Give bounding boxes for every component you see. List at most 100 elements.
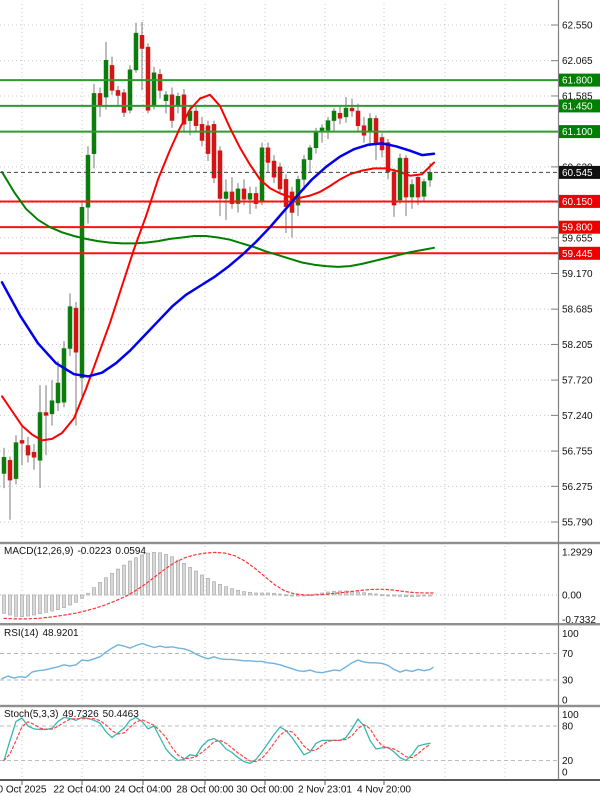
macd-histogram-bar xyxy=(51,595,54,611)
candle-body xyxy=(416,177,420,197)
stoch-name: Stoch(5,3,3) xyxy=(4,709,58,720)
time-axis-label: 30 Oct 00:00 xyxy=(236,785,294,796)
macd-histogram-bar xyxy=(399,595,402,596)
chart-window: 62.55062.06561.58560.62059.65559.17058.6… xyxy=(0,0,600,796)
macd-histogram-bar xyxy=(165,554,168,595)
macd-histogram-bar xyxy=(213,582,216,595)
macd-histogram-bar xyxy=(405,595,408,597)
macd-histogram-bar xyxy=(45,595,48,612)
macd-histogram-bar xyxy=(249,592,252,595)
candle-body xyxy=(398,158,402,200)
macd-histogram-bar xyxy=(393,595,396,596)
candle-body xyxy=(62,349,66,403)
candle-body xyxy=(164,95,168,101)
panel-separator xyxy=(0,623,600,625)
candle-body xyxy=(338,113,342,118)
macd-histogram-bar xyxy=(153,552,156,595)
macd-histogram-bar xyxy=(27,595,30,616)
candle-body xyxy=(32,452,36,457)
macd-histogram-bar xyxy=(225,587,228,595)
macd-histogram-bar xyxy=(243,592,246,595)
rsi-axis-label: 100 xyxy=(562,629,579,640)
macd-axis-label: 1.2929 xyxy=(562,547,593,558)
price-tick-label: 62.065 xyxy=(562,56,593,67)
rsi-line xyxy=(2,644,433,679)
macd-histogram-bar xyxy=(423,595,426,596)
macd-histogram-bar xyxy=(357,592,360,595)
stoch-axis-label: 80 xyxy=(562,722,574,733)
candle-body xyxy=(242,189,246,199)
macd-histogram-bar xyxy=(141,555,144,595)
time-axis-label: 28 Oct 00:00 xyxy=(176,785,234,796)
stoch-axis-label: 20 xyxy=(562,756,574,767)
candle-body xyxy=(224,192,228,199)
macd-histogram-bar xyxy=(219,584,222,595)
candle-body xyxy=(350,108,354,111)
candle-body xyxy=(74,308,78,352)
support-badge-text: 59.800 xyxy=(562,223,593,234)
macd-histogram-bar xyxy=(87,593,90,595)
candle-body xyxy=(368,118,372,131)
macd-histogram-bar xyxy=(195,571,198,595)
macd-histogram-bar xyxy=(69,595,72,605)
macd-histogram-bar xyxy=(387,595,390,596)
price-tick-label: 58.205 xyxy=(562,340,593,351)
candle-body xyxy=(68,307,72,349)
macd-histogram-bar xyxy=(3,595,6,613)
candle-body xyxy=(248,193,252,199)
candle-body xyxy=(92,93,96,153)
resistance-badge-text: 61.100 xyxy=(562,127,593,138)
candle-body xyxy=(314,132,318,148)
candle-body xyxy=(422,182,426,197)
chart-canvas[interactable]: 62.55062.06561.58560.62059.65559.17058.6… xyxy=(0,0,600,796)
macd-histogram-bar xyxy=(21,595,24,617)
candle-body xyxy=(344,108,348,117)
macd-histogram-bar xyxy=(99,582,102,595)
candle-body xyxy=(50,401,54,414)
macd-histogram-bar xyxy=(267,593,270,595)
candle-body xyxy=(44,413,48,416)
candle-body xyxy=(56,383,60,403)
rsi-name: RSI(14) xyxy=(4,628,38,639)
macd-histogram-bar xyxy=(375,594,378,595)
candle-body xyxy=(140,35,144,48)
candle-body xyxy=(206,126,210,154)
rsi-label: RSI(14) 48.9201 xyxy=(4,628,83,639)
stoch-value-k: 49.7326 xyxy=(62,709,98,720)
macd-histogram-bar xyxy=(9,595,12,615)
time-axis-label: 22 Oct 04:00 xyxy=(53,785,111,796)
candle-body xyxy=(260,148,264,202)
macd-histogram-bar xyxy=(93,588,96,595)
candle-body xyxy=(362,126,366,136)
macd-histogram-bar xyxy=(255,593,258,595)
stoch-k-line xyxy=(4,717,430,763)
candle-body xyxy=(326,121,330,131)
candle-body xyxy=(128,70,132,110)
candle-body xyxy=(194,111,198,126)
ma-red xyxy=(2,95,434,441)
time-axis-line xyxy=(0,779,600,781)
macd-histogram-bar xyxy=(177,560,180,595)
candle-body xyxy=(308,148,312,160)
resistance-badge-text: 61.450 xyxy=(562,101,593,112)
rsi-axis-label: 0 xyxy=(562,696,568,707)
macd-histogram-bar xyxy=(261,593,264,595)
candle-body xyxy=(356,111,360,126)
macd-histogram-bar xyxy=(381,595,384,596)
time-axis-label: 4 Nov 20:00 xyxy=(357,785,411,796)
time-axis-label: 2 Nov 23:01 xyxy=(298,785,352,796)
candle-body xyxy=(332,111,336,121)
rsi-value: 48.9201 xyxy=(42,628,78,639)
candle-body xyxy=(410,185,414,198)
stoch-axis-label: 0 xyxy=(562,768,568,779)
candle-body xyxy=(134,33,138,70)
candle-body xyxy=(2,457,6,473)
candle-body xyxy=(98,93,102,106)
macd-histogram-bar xyxy=(279,594,282,595)
price-tick-label: 57.720 xyxy=(562,376,593,387)
stoch-label: Stoch(5,3,3)49.732650.4463 xyxy=(4,709,143,720)
candle-body xyxy=(284,179,288,206)
macd-histogram-bar xyxy=(123,565,126,595)
candle-body xyxy=(218,151,222,199)
macd-histogram-bar xyxy=(111,573,114,595)
